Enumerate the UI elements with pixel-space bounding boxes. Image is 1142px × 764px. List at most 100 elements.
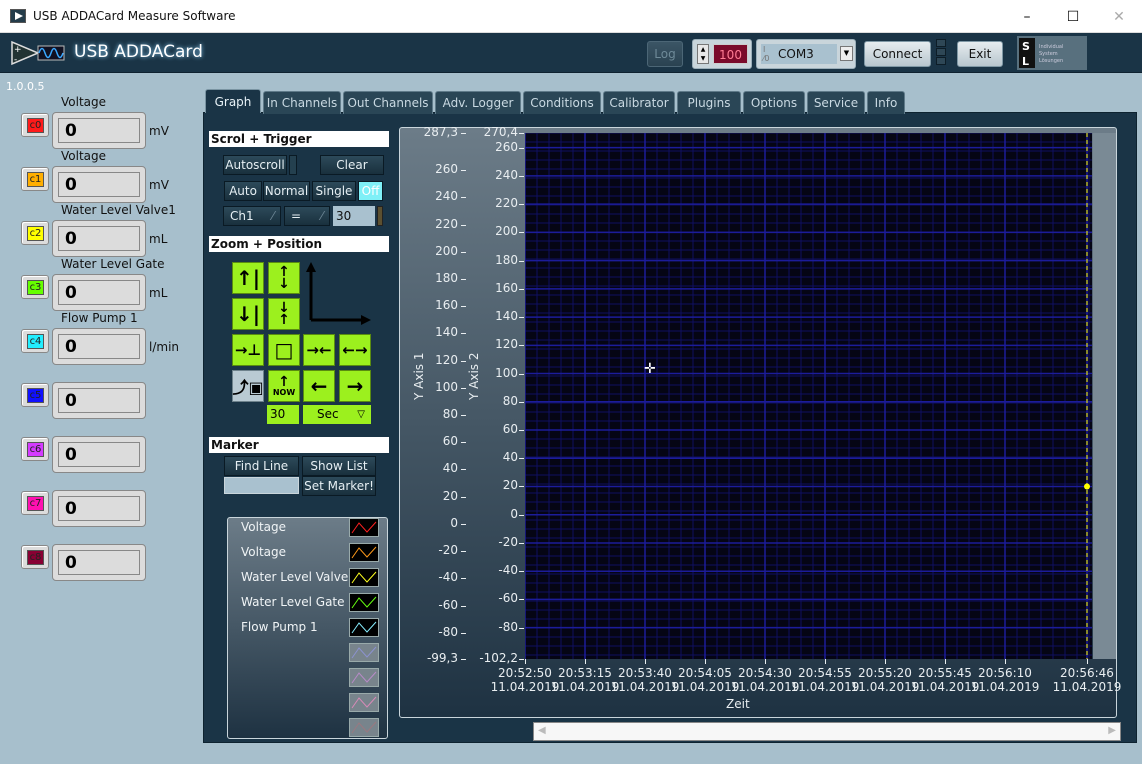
x-reset-zero-button[interactable]: →⊥ [232, 334, 264, 366]
channel-color-button[interactable]: c5 [21, 383, 49, 407]
find-line-button[interactable]: Find Line [224, 456, 299, 476]
y2-tick-label: 20 [502, 478, 518, 493]
y2-tick-mark [519, 204, 524, 206]
clear-button[interactable]: Clear [320, 155, 384, 175]
trigger-operator-select[interactable]: = ⁄ [284, 206, 330, 226]
channel-color-button[interactable]: c2 [21, 221, 49, 245]
scroll-left-button[interactable]: ← [303, 370, 335, 402]
tab-out-channels[interactable]: Out Channels [343, 91, 433, 114]
line-style-icon [351, 546, 377, 559]
trigger-off-button[interactable]: Off [358, 181, 383, 201]
fit-all-button[interactable]: □ [268, 334, 300, 366]
trigger-level-slider[interactable] [377, 206, 383, 226]
graph-horizontal-scrollbar[interactable]: ◀ ▶ [533, 722, 1121, 741]
y1-tick-mark [461, 224, 466, 226]
rate-input[interactable]: 100 [713, 44, 748, 64]
y2-tick-label: -60 [498, 591, 518, 606]
trigger-single-button[interactable]: Single [312, 181, 356, 201]
legend-line-swatch[interactable] [349, 593, 379, 612]
y1-tick-mark [461, 551, 466, 553]
y2-tick-mark [519, 317, 524, 319]
port-selector: COM3 I ⁄0 ▼ [756, 39, 856, 69]
x-zoom-out-button[interactable]: ←→ [339, 334, 371, 366]
y1-tick-label: -20 [438, 543, 458, 558]
compress-vertical-icon: ↓ ↑ [278, 300, 290, 328]
trigger-channel-select[interactable]: Ch1 ⁄ [223, 206, 281, 226]
show-list-button[interactable]: Show List [302, 456, 376, 476]
save-graph-icon: ⤴▣ [232, 378, 264, 397]
connect-button[interactable]: Connect [864, 41, 931, 67]
app-icon [10, 9, 26, 23]
legend-label: Water Level Gate [241, 595, 345, 609]
legend-line-swatch[interactable] [349, 718, 379, 737]
tab-adv-logger[interactable]: Adv. Logger [435, 91, 521, 114]
tab-plugins[interactable]: Plugins [677, 91, 741, 114]
time-span-input[interactable]: 30 [267, 405, 299, 424]
channel-color-button[interactable]: c1 [21, 167, 49, 191]
plot-area[interactable] [524, 132, 1092, 659]
legend-line-swatch[interactable] [349, 568, 379, 587]
legend-line-swatch[interactable] [349, 668, 379, 687]
rate-spinner[interactable]: ▲ ▼ [697, 44, 709, 64]
channel-color-button[interactable]: c0 [21, 113, 49, 137]
channel-value: 0 [58, 118, 140, 143]
y-scale-down-button[interactable]: ↓| [232, 298, 264, 330]
tab-options[interactable]: Options [743, 91, 805, 114]
tab-service[interactable]: Service [807, 91, 865, 114]
save-view-button[interactable]: ⤴▣ [232, 370, 264, 402]
channel-color-button[interactable]: c7 [21, 491, 49, 515]
marker-input[interactable] [224, 477, 299, 494]
legend-line-swatch[interactable] [349, 693, 379, 712]
maximize-button[interactable]: ☐ [1050, 0, 1096, 33]
autoscroll-button[interactable]: Autoscroll [223, 155, 287, 175]
y2-tick-label: -102,2 [479, 651, 518, 665]
close-button[interactable]: ✕ [1096, 0, 1142, 33]
expand-vertical-icon: ↑ ↓ [278, 264, 290, 292]
trigger-normal-button[interactable]: Normal [263, 181, 310, 201]
channel-value: 0 [58, 496, 140, 521]
jump-now-button[interactable]: ↑ NOW [268, 370, 300, 402]
chevron-down-icon: ⁄ [320, 209, 323, 223]
exit-button[interactable]: Exit [957, 41, 1003, 67]
legend-line-swatch[interactable] [349, 518, 379, 537]
y-scale-up-button[interactable]: ↑| [232, 262, 264, 294]
trigger-auto-button[interactable]: Auto [224, 181, 262, 201]
port-field[interactable]: COM3 [761, 44, 837, 64]
time-unit-select[interactable]: Sec ▽ [303, 405, 371, 424]
legend-label: Voltage [241, 520, 287, 534]
channel-id: c5 [27, 388, 44, 403]
company-logo-icon: S L Individual System Lösungen [1017, 36, 1087, 70]
trigger-level-input[interactable]: 30 [333, 206, 375, 226]
x-zoom-in-button[interactable]: →← [303, 334, 335, 366]
x-tick-mark [645, 659, 646, 664]
trigger-channel-value: Ch1 [230, 209, 254, 223]
port-dropdown-button[interactable]: ▼ [840, 46, 853, 61]
y-zoom-out-button[interactable]: ↓ ↑ [268, 298, 300, 330]
channel-color-button[interactable]: c3 [21, 275, 49, 299]
tab-calibrator[interactable]: Calibrator [603, 91, 675, 114]
line-style-icon [351, 621, 377, 634]
legend-label: Voltage [241, 545, 287, 559]
y2-tick-mark [519, 175, 524, 177]
tab-graph[interactable]: Graph [205, 89, 261, 113]
channel-color-button[interactable]: c6 [21, 437, 49, 461]
channel-color-button[interactable]: c4 [21, 329, 49, 353]
legend-line-swatch[interactable] [349, 543, 379, 562]
log-button[interactable]: Log [647, 41, 683, 67]
channel-value-display: 0 [52, 220, 146, 257]
tab-conditions[interactable]: Conditions [523, 91, 601, 114]
legend-line-swatch[interactable] [349, 643, 379, 662]
tab-in-channels[interactable]: In Channels [263, 91, 341, 114]
set-marker-button[interactable]: Set Marker! [302, 476, 376, 496]
legend-line-swatch[interactable] [349, 618, 379, 637]
scroll-left-arrow-icon[interactable]: ◀ [538, 725, 546, 736]
scroll-right-button[interactable]: → [339, 370, 371, 402]
y1-tick-label: 287,3 [423, 125, 458, 139]
minimize-button[interactable]: – [1004, 0, 1050, 33]
y2-tick-label: -40 [498, 563, 518, 578]
tab-info[interactable]: Info [867, 91, 905, 114]
scroll-right-arrow-icon[interactable]: ▶ [1108, 725, 1116, 736]
y-zoom-in-button[interactable]: ↑ ↓ [268, 262, 300, 294]
channel-value: 0 [58, 388, 140, 413]
channel-color-button[interactable]: c8 [21, 545, 49, 569]
